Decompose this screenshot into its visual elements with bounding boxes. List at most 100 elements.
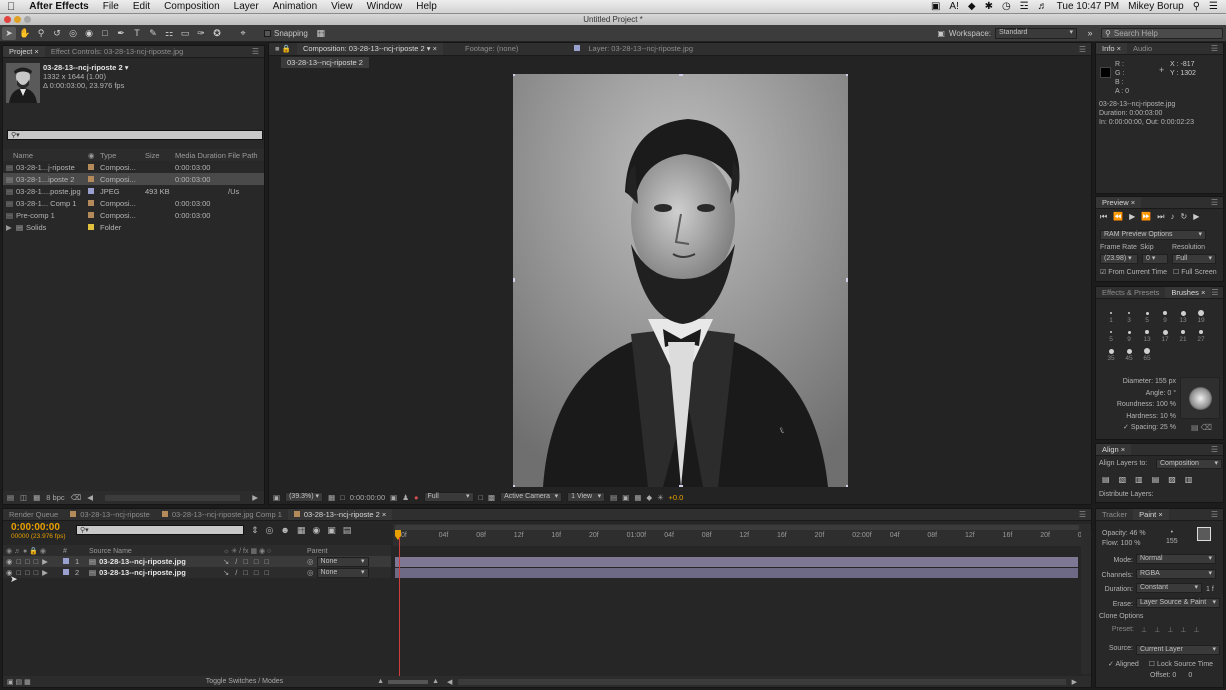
solo-icon[interactable]: □: [25, 568, 30, 577]
tab-paint[interactable]: Paint ×: [1133, 509, 1169, 520]
ram-preview-dropdown[interactable]: RAM Preview Options ▾: [1100, 230, 1206, 240]
project-item-row[interactable]: ▤ 03-28-1...iposte 2 Composi... 0:00:03:00: [3, 173, 264, 185]
label-color-swatch[interactable]: [88, 175, 94, 182]
zoom-out-icon[interactable]: ▲: [377, 678, 384, 685]
lock-icon[interactable]: ■ 🔒: [269, 43, 297, 55]
tab-tracker[interactable]: Tracker: [1096, 509, 1133, 520]
flowchart-icon[interactable]: ◆: [646, 493, 652, 502]
panel-menu-icon[interactable]: ☰: [1079, 510, 1091, 519]
paint-opacity[interactable]: Opacity: 46 %: [1102, 529, 1146, 539]
panel-menu-icon[interactable]: ☰: [1211, 288, 1223, 297]
color-channel-icon[interactable]: ●: [414, 493, 419, 502]
close-window-button[interactable]: [4, 16, 11, 23]
show-snapshot-icon[interactable]: ♟: [402, 493, 409, 502]
horizontal-scrollbar[interactable]: [105, 494, 241, 501]
transform-handle[interactable]: [679, 74, 683, 76]
layer-bar-2[interactable]: [395, 568, 1078, 578]
tab-composition[interactable]: Composition: 03-28-13--ncj-riposte 2 ▾ ×: [296, 43, 443, 55]
foreground-color-swatch[interactable]: [1197, 527, 1211, 541]
align-target-dropdown[interactable]: Composition ▾: [1156, 459, 1222, 469]
zoom-window-button[interactable]: [24, 16, 31, 23]
apple-icon[interactable]: : [0, 1, 22, 13]
selection-tool-icon[interactable]: ➤: [2, 26, 16, 40]
label-color-swatch[interactable]: [88, 163, 94, 170]
layer-row[interactable]: ◉ □ □ □ ▶ 1 ▤ 03-28-13--ncj-riposte.jpg ↘ / □ □ □ ◎ No…: [3, 556, 391, 567]
parent-dropdown[interactable]: None ▾: [316, 567, 369, 578]
chevron-down-icon[interactable]: ▾: [125, 63, 129, 72]
always-preview-icon[interactable]: ▣: [273, 493, 280, 502]
tab-info[interactable]: Info ×: [1096, 43, 1127, 54]
solo-icon[interactable]: □: [25, 557, 30, 566]
camera-tool-icon[interactable]: ◎: [66, 27, 80, 40]
align-right-icon[interactable]: ▥: [1135, 475, 1143, 484]
tab-effect-controls[interactable]: Effect Controls: 03-28-13-ncj-riposte.jp…: [45, 46, 189, 57]
menu-edit[interactable]: Edit: [126, 1, 157, 12]
bluetooth-icon[interactable]: ✱: [985, 1, 993, 12]
audio-icon[interactable]: □: [17, 557, 22, 566]
grid-icon[interactable]: ▦: [328, 493, 335, 502]
menu-window[interactable]: Window: [360, 1, 410, 12]
col-file-path[interactable]: File Path: [228, 151, 258, 160]
switch-box[interactable]: □: [264, 557, 269, 566]
draft-3d-icon[interactable]: ◎: [266, 525, 274, 536]
play-icon[interactable]: ▶: [1129, 212, 1135, 222]
snap-options-icon[interactable]: ▦: [314, 27, 328, 40]
transform-handle[interactable]: [513, 278, 515, 282]
resolution-dropdown[interactable]: Full ▾: [423, 492, 474, 502]
time-machine-icon[interactable]: ◷: [1002, 1, 1011, 12]
rotate-tool-icon[interactable]: ↺: [50, 27, 64, 40]
eraser-tool-icon[interactable]: ▭: [178, 27, 192, 40]
paint-brush-size[interactable]: 155: [1166, 537, 1178, 546]
channels-dropdown[interactable]: RGBA ▾: [1136, 568, 1216, 579]
col-name[interactable]: Name: [3, 151, 88, 160]
tab-footage[interactable]: Footage: (none): [459, 43, 524, 55]
fast-previews-icon[interactable]: ▣: [622, 493, 629, 502]
brush-tip[interactable]: 35: [1102, 347, 1120, 362]
frame-blending-icon[interactable]: ▦: [297, 525, 306, 536]
project-item-row[interactable]: ▶ ▤ Solids Folder: [3, 221, 264, 233]
save-brush-icon[interactable]: ▤: [1191, 423, 1199, 432]
timeline-timecode[interactable]: 0:00:00:00: [11, 522, 60, 533]
clone-preset-icon[interactable]: ⊥: [1167, 626, 1173, 634]
panel-menu-icon[interactable]: ☰: [1211, 445, 1223, 454]
col-size[interactable]: Size: [145, 151, 175, 160]
brush-tip[interactable]: 9: [1156, 309, 1174, 324]
snapping-toggle[interactable]: Snapping: [264, 29, 308, 38]
layer-row[interactable]: ◉ □ □ □ ▶ 2 ▤ 03-28-13--ncj-riposte.jpg ↘ / □ □ □ ◎ No…: [3, 567, 391, 578]
trash-icon[interactable]: ⌫: [71, 493, 82, 502]
switch-box[interactable]: □: [243, 568, 248, 577]
snapping-checkbox[interactable]: [264, 29, 271, 37]
brush-angle[interactable]: Angle: 0 °: [1102, 388, 1176, 400]
project-item-row[interactable]: ▤ 03-28-1....poste.jpg JPEG 493 KB/Us: [3, 185, 264, 197]
lock-toggle-icon[interactable]: □: [34, 557, 39, 566]
layer-bar-1[interactable]: [395, 557, 1078, 567]
next-frame-icon[interactable]: ⏩: [1141, 212, 1151, 222]
resolution-dropdown[interactable]: Full ▾: [1172, 254, 1216, 264]
brush-tip[interactable]: 13: [1138, 328, 1156, 343]
align-hcenter-icon[interactable]: ▧: [1119, 475, 1127, 484]
workspace-dropdown[interactable]: Standard ▾: [995, 27, 1077, 39]
shy-switch-icon[interactable]: ↘: [223, 568, 229, 577]
graph-editor-icon[interactable]: ▣: [327, 525, 336, 536]
brush-tip[interactable]: 21: [1174, 328, 1192, 343]
clone-preset-icon[interactable]: ⊥: [1141, 626, 1147, 634]
brush-hardness[interactable]: Hardness: 10 %: [1102, 411, 1176, 423]
project-search-input[interactable]: ⚲▾: [7, 130, 263, 140]
tab-layer[interactable]: Layer: 03-28-13--ncj-riposte.jpg: [568, 43, 699, 55]
timeline-horizontal-scrollbar[interactable]: [458, 678, 1066, 685]
expand-layer-icon[interactable]: ▶: [42, 568, 48, 577]
current-time-display[interactable]: 0:00:00:00: [350, 493, 385, 502]
col-type[interactable]: Type: [100, 151, 145, 160]
ram-preview-icon[interactable]: ▶: [1193, 212, 1199, 222]
composition-viewer-image[interactable]: ℓ: [513, 74, 848, 487]
switch-box[interactable]: □: [254, 568, 259, 577]
switch-box[interactable]: □: [254, 557, 259, 566]
lock-source-time-checkbox[interactable]: ☐ Lock Source Time: [1149, 660, 1213, 668]
switch-box[interactable]: □: [264, 568, 269, 577]
label-color-swatch[interactable]: [88, 187, 94, 194]
transform-handle[interactable]: [846, 278, 848, 282]
interpret-footage-icon[interactable]: ▤: [7, 493, 14, 502]
first-frame-icon[interactable]: ⏮: [1100, 212, 1107, 222]
clone-preset-icon[interactable]: ⊥: [1193, 626, 1199, 634]
label-color-swatch[interactable]: [88, 199, 94, 206]
